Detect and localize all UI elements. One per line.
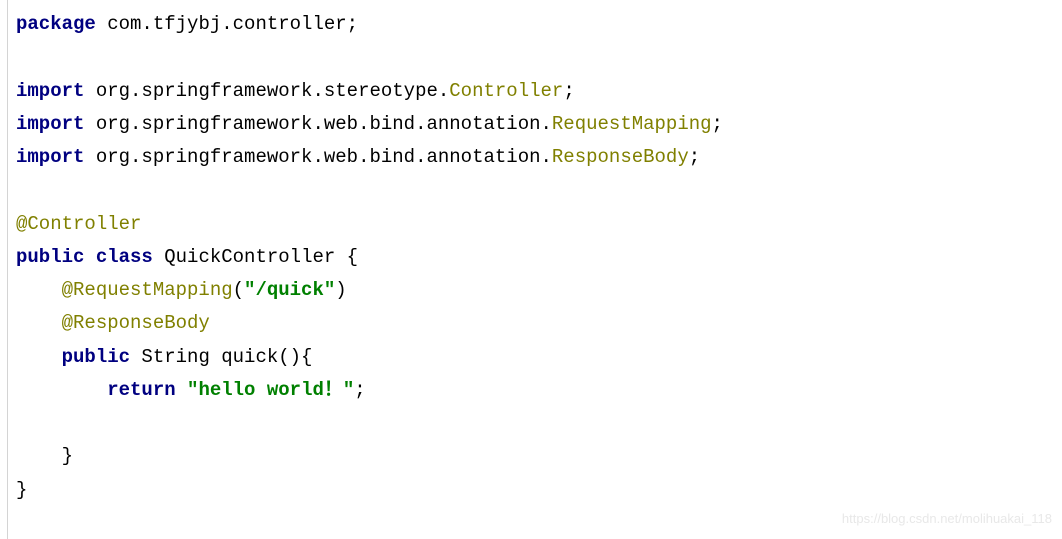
indent [16,379,107,401]
gutter-line [0,0,8,539]
code-line-15: } [16,479,27,501]
semicolon: ; [689,146,700,168]
semicolon: ; [354,379,365,401]
code-line-10: @ResponseBody [16,312,210,334]
code-line-3: import org.springframework.stereotype.Co… [16,80,575,102]
code-line-5: import org.springframework.web.bind.anno… [16,146,700,168]
code-block: package com.tfjybj.controller; import or… [16,8,1062,507]
code-line-12: return "hello world！"; [16,379,366,401]
indent [16,312,62,334]
keyword-import: import [16,80,84,102]
keyword-import: import [16,146,84,168]
code-line-9: @RequestMapping("/quick") [16,279,347,301]
code-line-4: import org.springframework.web.bind.anno… [16,113,723,135]
paren-open: ( [233,279,244,301]
indent [16,445,62,467]
paren-close: ) [335,279,346,301]
annotation-requestmapping: @RequestMapping [62,279,233,301]
import-path: org.springframework.stereotype. [84,80,449,102]
code-line-7: @Controller [16,213,141,235]
package-name: com.tfjybj.controller; [96,13,358,35]
keyword-return: return [107,379,175,401]
code-line-14: } [16,445,73,467]
import-class: Controller [449,80,563,102]
brace-close: } [16,479,27,501]
watermark: https://blog.csdn.net/molihuakai_118 [842,508,1052,531]
semicolon: ; [563,80,574,102]
import-class: ResponseBody [552,146,689,168]
import-path: org.springframework.web.bind.annotation. [84,113,551,135]
indent [16,346,62,368]
annotation-controller: @Controller [16,213,141,235]
keyword-class: class [96,246,153,268]
method-signature: String quick(){ [130,346,312,368]
space [176,379,187,401]
import-path: org.springframework.web.bind.annotation. [84,146,551,168]
code-line-8: public class QuickController { [16,246,358,268]
string-literal: "/quick" [244,279,335,301]
keyword-public: public [16,246,84,268]
indent [16,279,62,301]
keyword-public: public [62,346,130,368]
keyword-import: import [16,113,84,135]
keyword-package: package [16,13,96,35]
semicolon: ; [712,113,723,135]
class-name: QuickController { [153,246,358,268]
code-line-1: package com.tfjybj.controller; [16,13,358,35]
import-class: RequestMapping [552,113,712,135]
annotation-responsebody: @ResponseBody [62,312,210,334]
brace-close: } [62,445,73,467]
code-line-11: public String quick(){ [16,346,312,368]
string-literal: "hello world！" [187,379,354,401]
